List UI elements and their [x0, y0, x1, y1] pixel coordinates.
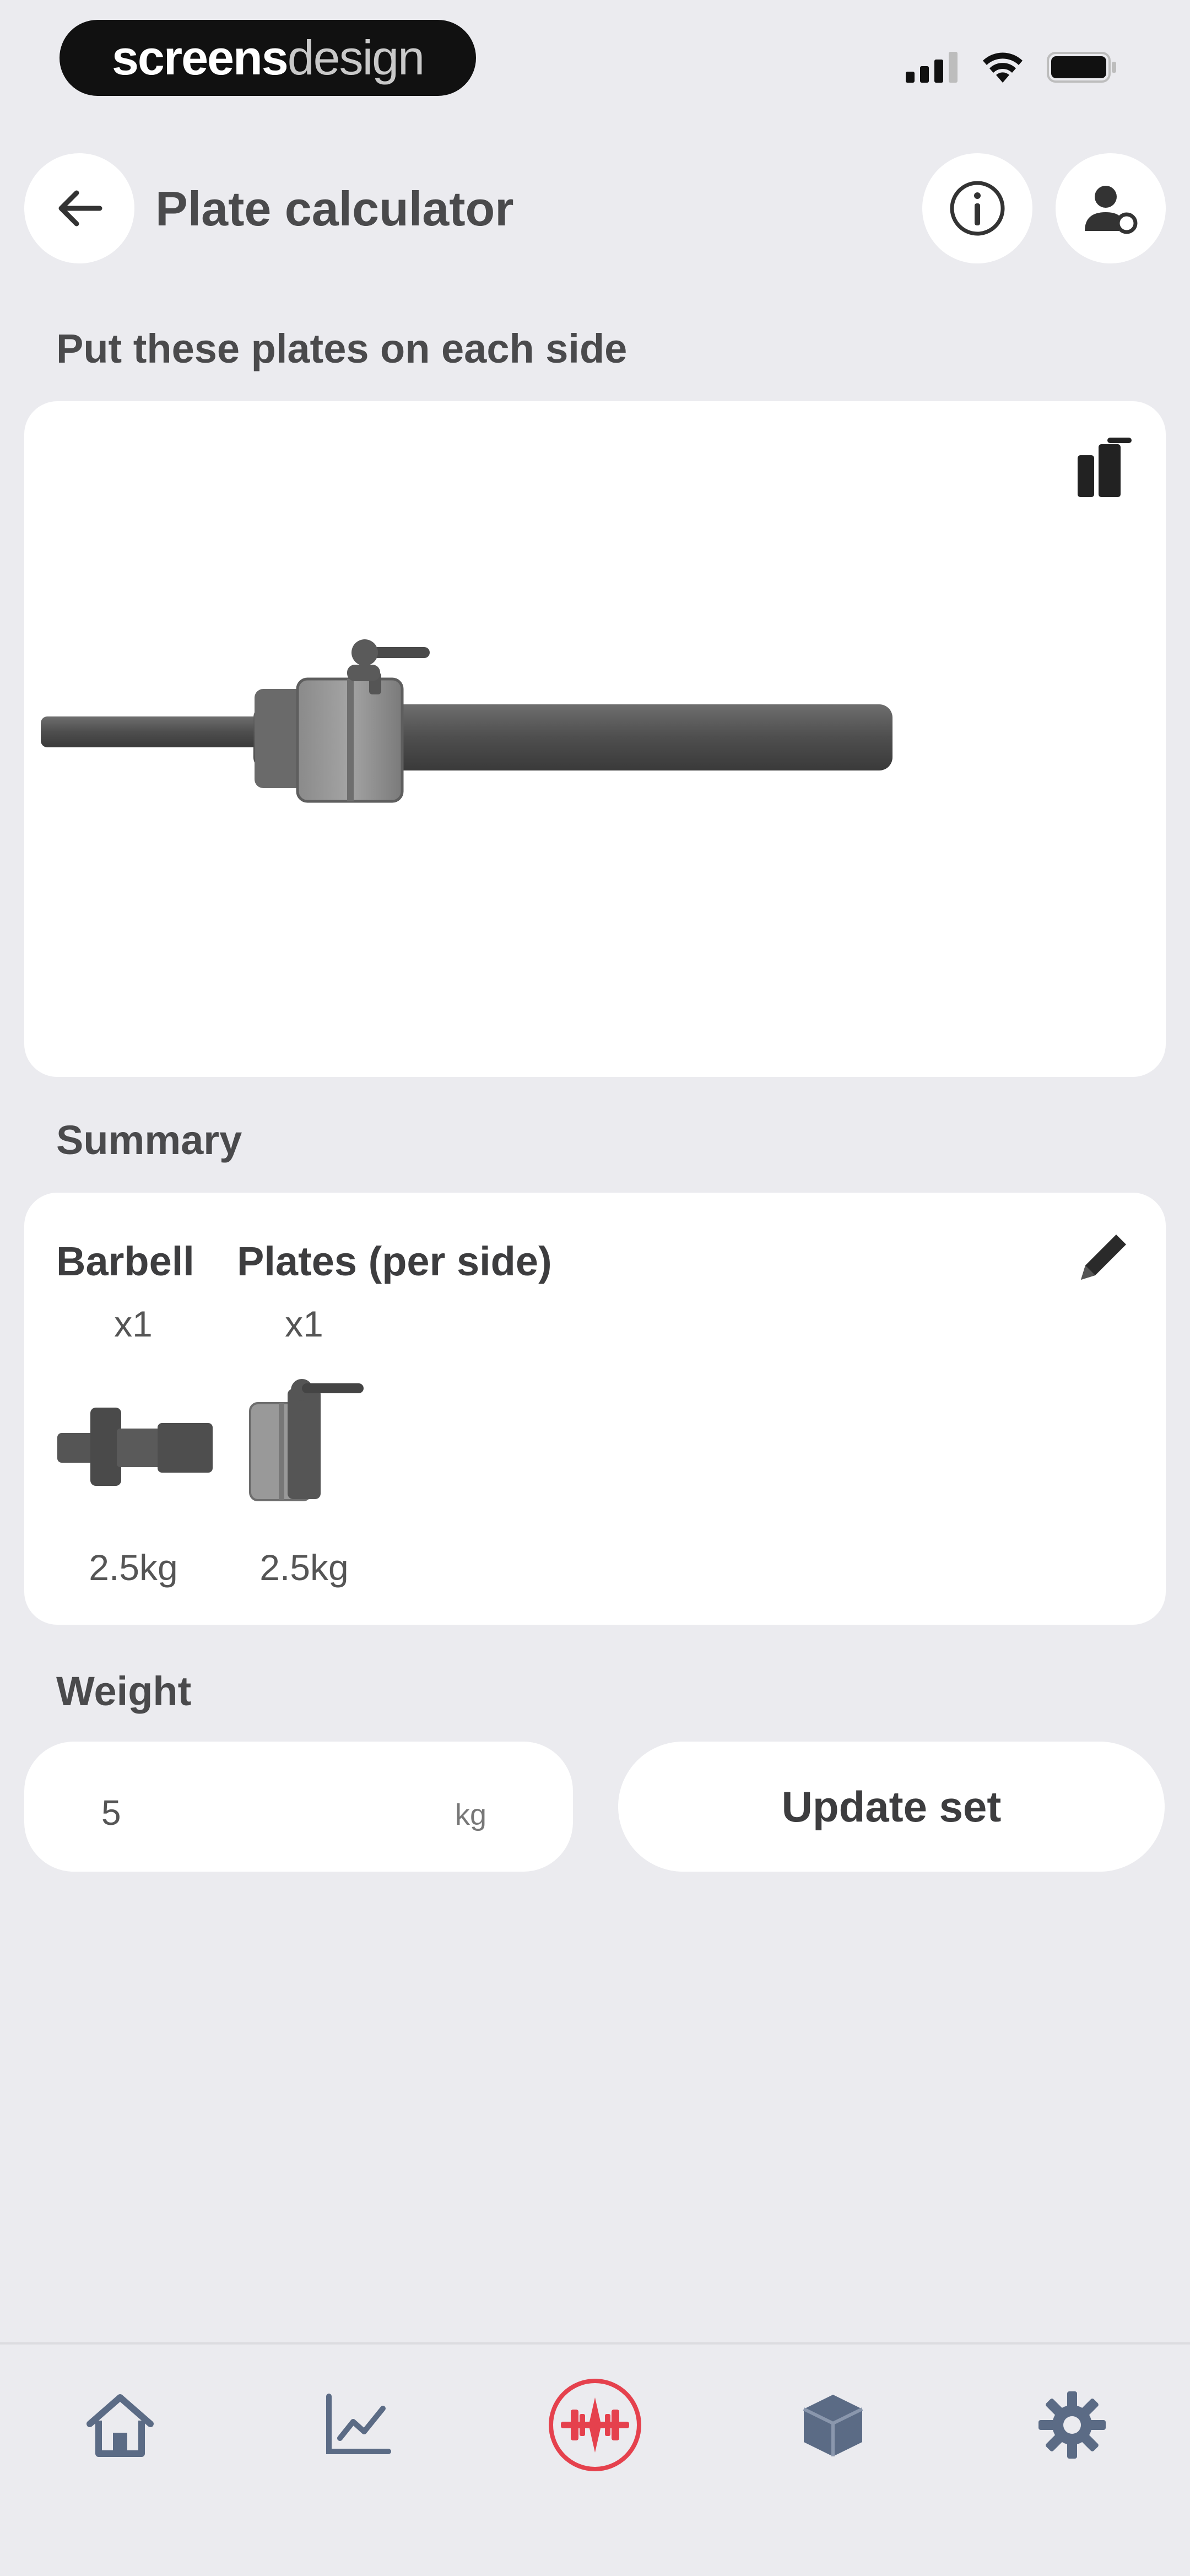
pencil-icon [1081, 1235, 1126, 1280]
plates-stack-icon [1078, 438, 1132, 497]
wifi-icon [983, 52, 1023, 83]
page-title: Plate calculator [155, 181, 514, 236]
info-button[interactable] [922, 153, 1032, 263]
barbell-thumbnail-icon [57, 1408, 213, 1486]
status-icons [906, 51, 1118, 84]
summary-item-plates-count: x1 [285, 1303, 323, 1344]
plates-stack-button[interactable] [1074, 433, 1135, 502]
summary-item-barbell-count: x1 [114, 1303, 153, 1344]
arrow-left-icon [58, 190, 102, 227]
tab-stats[interactable] [302, 2370, 412, 2480]
tab-workout[interactable] [540, 2370, 650, 2480]
brand-text-light: design [287, 30, 425, 85]
summary-item-barbell-name: Barbell [56, 1238, 194, 1284]
brand-text-bold: screens [111, 30, 289, 85]
summary-item-barbell-weight: 2.5kg [89, 1547, 178, 1588]
user-settings-icon [1085, 186, 1138, 234]
weight-label: Weight [56, 1668, 192, 1714]
battery-icon [1047, 52, 1116, 83]
box-icon [803, 2395, 863, 2456]
chart-icon [326, 2394, 391, 2454]
weight-unit: kg [455, 1798, 487, 1831]
edit-summary-button[interactable] [1073, 1227, 1134, 1290]
tab-inventory[interactable] [778, 2370, 888, 2480]
home-icon [86, 2394, 154, 2457]
summary-item-plates-weight: 2.5kg [259, 1547, 349, 1588]
weight-input-value: 5 [101, 1793, 121, 1833]
signal-icon [906, 52, 958, 83]
plates-section-label: Put these plates on each side [56, 326, 628, 371]
summary-label: Summary [56, 1117, 242, 1163]
barbell-icon [549, 2379, 641, 2471]
tab-home[interactable] [65, 2370, 175, 2480]
summary-item-plates-name: Plates (per side) [237, 1238, 552, 1284]
update-set-button[interactable]: Update set [618, 1742, 1165, 1872]
barbell-illustration [41, 639, 892, 803]
tab-settings[interactable] [1017, 2370, 1127, 2480]
profile-settings-button[interactable] [1056, 153, 1166, 263]
info-icon [950, 181, 1005, 236]
gear-icon [1038, 2391, 1106, 2459]
plate-thumbnail-icon [249, 1379, 364, 1501]
brand-logo: screens design [60, 20, 476, 96]
back-button[interactable] [24, 153, 134, 263]
